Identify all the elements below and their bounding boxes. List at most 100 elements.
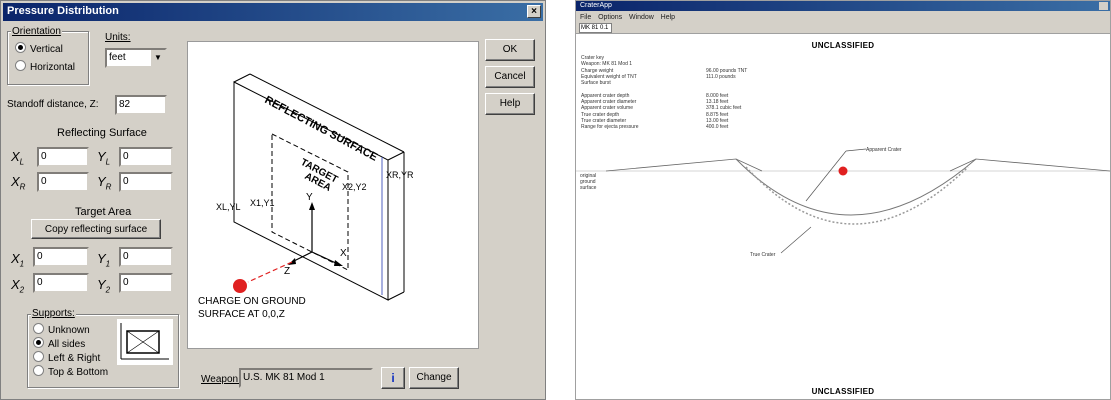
reflecting-surface-title: Reflecting Surface [57,127,147,139]
info-value: 13.18 feet [706,99,729,106]
info-line: Apparent crater diameter 13.18 feet [581,99,728,106]
window-titlebar: CraterApp [576,1,1110,11]
crater-window: CraterApp File Options Window Help MK 81… [575,0,1111,400]
menu-help[interactable]: Help [661,14,675,21]
change-button[interactable]: Change [409,367,459,389]
info-line: True crater diameter 13.00 feet [581,118,728,124]
standoff-input[interactable]: 82 [115,95,167,115]
weapon-field: U.S. MK 81 Mod 1 [239,368,373,388]
y1-label: Y1 [97,251,111,269]
reflecting-y1-input[interactable]: 0 [119,147,173,167]
classification-top: UNCLASSIFIED [811,41,875,50]
info-value: 8.000 feet [706,92,729,99]
target-x1-input[interactable]: 0 [33,247,89,267]
pressure-diagram: REFLECTING SURFACE TARGET AREA XR,YR X2,… [187,41,479,349]
supports-all-sides-radio[interactable]: All sides [33,337,85,350]
x2-label: X2 [11,277,25,295]
reflecting-x1-input[interactable]: 0 [37,147,89,167]
radio-dot-icon [33,365,44,376]
standoff-label: Standoff distance, Z: [7,99,99,110]
supports-unknown-radio[interactable]: Unknown [33,323,90,336]
orientation-horizontal-radio[interactable]: Horizontal [15,60,75,73]
info-key: Surface burst [581,80,611,87]
diagram-corner-bl-label: XL,YL [216,202,241,212]
units-select[interactable]: feet ▼ [105,48,167,68]
info-key: Weapon: MK 81 Mod 1 [581,61,633,68]
supports-left-right-radio[interactable]: Left & Right [33,351,100,364]
reflecting-yr-input[interactable]: 0 [119,172,173,192]
window-title: CraterApp [580,2,612,9]
true-crater-label: True Crater [750,252,776,258]
info-line: Charge weight 96.00 pounds TNT [581,67,747,74]
toolbar: MK 81 0.1 [576,21,1110,34]
pressure-distribution-dialog: Pressure Distribution × Orientation Vert… [0,0,546,400]
info-value: 378.1 cubic feet [706,105,742,112]
diagram-corner-tl-label: X1,Y1 [250,198,275,208]
dialog-title: Pressure Distribution [7,5,119,17]
diagram-axis-y-label: Y [306,192,313,203]
close-icon[interactable] [1099,2,1108,10]
info-button[interactable]: i [381,367,405,389]
radio-dot-icon [33,323,44,334]
xr-label: XR [11,174,26,192]
info-key: True crater depth [581,111,620,118]
apparent-crater-label: Apparent Crater [866,147,902,153]
reflecting-xr-input[interactable]: 0 [37,172,89,192]
info-key: True crater diameter [581,118,627,124]
menu-window[interactable]: Window [629,14,654,21]
chevron-down-icon[interactable]: ▼ [151,50,165,66]
info-line: Apparent crater volume 378.1 cubic feet [581,105,741,112]
info-value: 111.0 pounds [706,73,736,80]
target-area-title: Target Area [75,206,132,218]
info-key: Apparent crater depth [581,92,630,99]
info-key: Apparent crater volume [581,105,633,112]
classification-bottom: UNCLASSIFIED [811,387,875,396]
info-line: Apparent crater depth 8.000 feet [581,92,728,99]
diagram-corner-mid-label: X2,Y2 [342,182,367,192]
ground-label-3: surface [580,185,597,191]
info-line: Weapon: MK 81 Mod 1 [581,61,632,67]
orientation-vertical-radio[interactable]: Vertical [15,42,63,55]
info-icon: i [391,371,395,385]
info-key: Range for ejecta pressure [581,124,639,131]
yr-label: YR [97,174,112,192]
diagram-axis-x-label: X [340,248,347,259]
info-value: 400.0 feet [706,124,729,131]
diagram-canvas: REFLECTING SURFACE TARGET AREA XR,YR X2,… [198,73,414,320]
crater-profile: Apparent Crater True Crater original gro… [576,147,1110,258]
copy-reflecting-surface-button[interactable]: Copy reflecting surface [31,219,161,239]
xl-label: XL [11,149,25,167]
info-line: Range for ejecta pressure 400.0 feet [581,124,728,131]
info-value: 96.00 pounds TNT [706,67,748,74]
radio-dot-icon [15,60,26,71]
target-x2-input[interactable]: 0 [33,273,89,293]
yl-label: YL [97,149,111,167]
info-line: Surface burst [581,80,611,86]
diagram-reflecting-surface-label: REFLECTING SURFACE [263,94,380,164]
orientation-label: Orientation [11,26,62,37]
info-line: Equivalent weight of TNT 111.0 pounds [581,74,736,80]
info-key: Apparent crater diameter [581,99,637,106]
close-icon[interactable]: × [527,5,541,18]
info-value: 8.875 feet [706,111,729,118]
info-value: 13.00 feet [706,118,729,124]
supports-top-bottom-radio[interactable]: Top & Bottom [33,365,108,378]
menu-file[interactable]: File [580,14,591,21]
x1-label: X1 [11,251,25,269]
supports-label: Supports: [31,308,76,319]
ok-button[interactable]: OK [485,39,535,61]
target-y2-input[interactable]: 0 [119,273,173,293]
menu-bar: File Options Window Help [576,11,1110,21]
cancel-button[interactable]: Cancel [485,66,535,88]
orientation-group [7,31,89,85]
info-key: Charge weight [581,67,614,74]
diagram-charge-label-1: CHARGE ON GROUND [198,296,306,307]
charge-point [838,166,848,176]
supports-preview-icon [117,319,173,365]
help-button[interactable]: Help [485,93,535,115]
menu-options[interactable]: Options [598,14,622,21]
radio-dot-icon [33,351,44,362]
diagram-corner-br-label: XR,YR [386,170,414,180]
target-y1-input[interactable]: 0 [119,247,173,267]
weapon-select[interactable]: MK 81 0.1 [579,23,612,33]
